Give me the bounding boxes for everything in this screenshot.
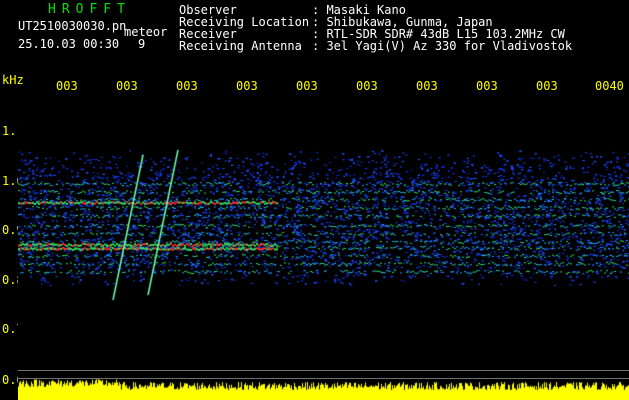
x-tick: 003 xyxy=(296,79,318,93)
x-tick: 003 xyxy=(416,79,438,93)
level-divider-line xyxy=(18,370,629,371)
x-tick: 003 xyxy=(236,79,258,93)
x-tick: 003 xyxy=(176,79,198,93)
x-tick: 003 xyxy=(536,79,558,93)
y-unit-label: kHz xyxy=(2,73,24,87)
x-tick: 003 xyxy=(56,79,78,93)
counter-label: 9 xyxy=(138,37,146,51)
spectrogram-plot xyxy=(18,95,629,400)
filename-label: UT2510030030.pn xyxy=(18,19,127,33)
x-tick: 003 xyxy=(116,79,138,93)
meteor-label: meteor xyxy=(124,25,168,39)
hrofft-title: HROFFT xyxy=(48,2,131,17)
antenna-label: Receiving Antenna xyxy=(179,39,302,53)
x-tick: 003 xyxy=(356,79,378,93)
baseline-line xyxy=(18,378,629,379)
x-tick: 003 xyxy=(476,79,498,93)
antenna-value: : 3el Yagi(V) Az 330 for Vladivostok xyxy=(312,39,573,53)
datetime-label: 25.10.03 00:30 xyxy=(18,37,120,51)
x-tick: 0040 xyxy=(595,79,624,93)
spectrogram-canvas xyxy=(18,95,629,400)
